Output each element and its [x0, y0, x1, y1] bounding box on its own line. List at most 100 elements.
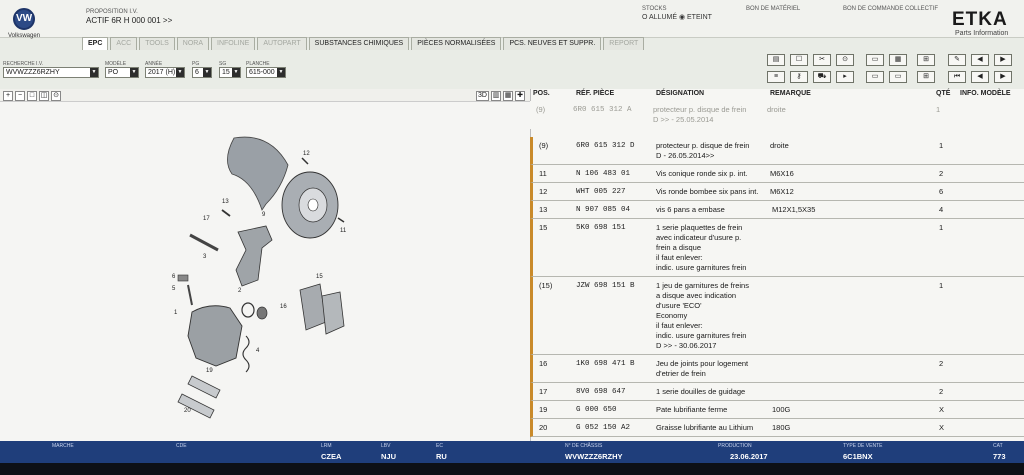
lbv-label: LBV: [381, 443, 391, 449]
brake-exploded-diagram[interactable]: 9 12 11 13 17 3 2 6 5 1 16 15 4 19 20: [170, 130, 360, 420]
cart-icon[interactable]: ⊞: [917, 54, 935, 66]
grease-tube-19-part[interactable]: [187, 375, 221, 399]
app-header: VW Volkswagen PROPOSITION I.V. ACTIF 6R …: [0, 0, 1024, 39]
arrow-right-icon[interactable]: ▶: [994, 54, 1012, 66]
tab-acc[interactable]: ACC: [110, 37, 138, 50]
chassis-value: WVWZZZ6RZHY: [565, 452, 623, 461]
table-row[interactable]: 17 8V0 698 647 1 serie douilles de guidage…: [530, 383, 1024, 401]
first-icon[interactable]: ⏮: [948, 71, 966, 83]
catalog-icon[interactable]: ☐: [790, 54, 808, 66]
col-pos[interactable]: POS.: [533, 90, 550, 97]
table-row[interactable]: 16 1K0 698 471 B Jeu de joints pour logeme…: [530, 355, 1024, 383]
split-view-icon[interactable]: ▥: [491, 91, 501, 101]
doc2-icon[interactable]: ▭: [889, 71, 907, 83]
tools-icon[interactable]: ✂: [813, 54, 831, 66]
caliper-housing-part[interactable]: [187, 305, 243, 367]
col-remark[interactable]: REMARQUE: [770, 90, 811, 97]
chevron-down-icon[interactable]: ▼: [130, 68, 138, 77]
col-desc[interactable]: DÉSIGNATION: [656, 90, 704, 97]
tab-pcs-neuves[interactable]: PCS. NEUVES ET SUPPR.: [503, 37, 602, 50]
col-qty[interactable]: QTÉ: [936, 90, 950, 97]
backing-plate-part[interactable]: [227, 136, 289, 211]
prev-icon[interactable]: ◀: [971, 71, 989, 83]
zoom-reset-icon[interactable]: ◫: [39, 91, 49, 101]
model-select[interactable]: PO ▼: [105, 67, 139, 78]
sg-select[interactable]: 15 ▼: [219, 67, 241, 78]
guide-pin-part[interactable]: [189, 233, 219, 252]
app-title: ETKA: [952, 9, 1008, 30]
cell-desc: indic. usure garnitures frein: [656, 331, 747, 340]
proposition-value[interactable]: ACTIF 6R H 000 001 >>: [86, 16, 172, 25]
bolt-12-part[interactable]: [301, 157, 309, 165]
label-icon[interactable]: ▭: [866, 54, 884, 66]
tab-tools[interactable]: TOOLS: [139, 37, 175, 50]
view-3d-button[interactable]: 3D: [476, 91, 489, 101]
chevron-down-icon[interactable]: ▼: [232, 68, 240, 77]
tab-pieces-normalisees[interactable]: PIÈCES NORMALISÉES: [411, 37, 502, 50]
brake-pad-outer-part[interactable]: [321, 291, 345, 335]
doc-icon[interactable]: ▭: [866, 71, 884, 83]
spring-part[interactable]: [242, 335, 250, 373]
grease-tube-20-part[interactable]: [177, 393, 215, 419]
year-select[interactable]: 2017 (H) ▼: [145, 67, 185, 78]
callout-label: 6: [172, 274, 176, 280]
table-row[interactable]: (9) 6R0 615 312 A protecteur p. disque de …: [530, 101, 1024, 129]
callout-label: 16: [280, 304, 287, 310]
zoom-area-icon[interactable]: ⊙: [51, 91, 61, 101]
tab-infoline[interactable]: INFOLINE: [211, 37, 256, 50]
table-row[interactable]: 12 WHT 005 227 Vis ronde bombee six pans i…: [530, 183, 1024, 201]
table-row[interactable]: 11 N 106 483 01 Vis conique ronde six p. i…: [530, 165, 1024, 183]
zoom-in-icon[interactable]: +: [3, 91, 13, 101]
tab-nora[interactable]: NORA: [176, 37, 210, 50]
pin-part[interactable]: [187, 284, 193, 306]
zoom-out-icon[interactable]: −: [15, 91, 25, 101]
caliper-carrier-part[interactable]: [235, 225, 273, 287]
bolt-13-part[interactable]: [221, 209, 231, 217]
cart-add-icon[interactable]: ⊞: [917, 71, 935, 83]
table-row[interactable]: (9) 6R0 615 312 D protecteur p. disque de …: [530, 137, 1024, 165]
key-icon[interactable]: ⚷: [790, 71, 808, 83]
layout-icon[interactable]: ▦: [503, 91, 513, 101]
fullscreen-icon[interactable]: ✚: [515, 91, 525, 101]
cell-desc: a disque avec indication: [656, 291, 737, 300]
chevron-down-icon[interactable]: ▼: [90, 68, 98, 77]
play-icon[interactable]: ▸: [836, 71, 854, 83]
stocks-radio-group[interactable]: O ALLUMÉ ◉ ETEINT: [642, 13, 712, 21]
brake-pad-part[interactable]: [299, 283, 327, 331]
chevron-down-icon[interactable]: ▼: [176, 68, 184, 77]
tab-epc[interactable]: EPC: [82, 37, 109, 50]
cell-ref: 8V0 698 647: [576, 388, 626, 396]
brake-disc-part[interactable]: [281, 171, 339, 239]
next-icon[interactable]: ▶: [994, 71, 1012, 83]
table-row[interactable]: 20 G 052 150 A2 Graisse lubrifiante au Lit…: [530, 419, 1024, 437]
calc-icon[interactable]: ▦: [889, 54, 907, 66]
car-icon[interactable]: ⊙: [836, 54, 854, 66]
pg-select[interactable]: 6 ▼: [192, 67, 212, 78]
tab-autopart[interactable]: AUTOPART: [257, 37, 307, 50]
arrow-left-icon[interactable]: ◀: [971, 54, 989, 66]
pin-icon[interactable]: ✎: [948, 54, 966, 66]
list-icon[interactable]: ≡: [767, 71, 785, 83]
col-info[interactable]: INFO. MODÈLE: [960, 90, 1011, 97]
chevron-down-icon[interactable]: ▼: [277, 68, 285, 77]
tab-report[interactable]: REPORT: [603, 37, 645, 50]
plate-select[interactable]: 615-000 ▼: [246, 67, 286, 78]
tab-substances-chimiques[interactable]: SUBSTANCES CHIMIQUES: [308, 37, 410, 50]
bolt-11-part[interactable]: [337, 217, 345, 223]
bleed-screw-part[interactable]: [177, 274, 189, 282]
seal-ring-part[interactable]: [241, 302, 255, 318]
table-row[interactable]: 19 G 000 650 Pate lubrifiante ferme 100G X: [530, 401, 1024, 419]
print-icon[interactable]: ▤: [767, 54, 785, 66]
table-row[interactable]: (15) JZW 698 151 B 1 jeu de garnitures de …: [530, 277, 1024, 355]
table-row[interactable]: 13 N 907 085 04 vis 6 pans a embase M12X1,5…: [530, 201, 1024, 219]
chevron-down-icon[interactable]: ▼: [203, 68, 211, 77]
zoom-fit-icon[interactable]: □: [27, 91, 37, 101]
col-ref[interactable]: RÉF. PIÈCE: [576, 90, 614, 97]
lbv-value: NJU: [381, 452, 397, 461]
piston-part[interactable]: [256, 306, 268, 320]
cell-ref: N 106 483 01: [576, 170, 631, 178]
vin-search-input[interactable]: WVWZZZ6RZHY ▼: [3, 67, 99, 78]
vehicle-icon[interactable]: ⛟: [813, 71, 831, 83]
cell-desc: Pate lubrifiante ferme: [656, 405, 728, 414]
table-row[interactable]: 15 5K0 698 151 1 serie plaquettes de frein…: [530, 219, 1024, 277]
